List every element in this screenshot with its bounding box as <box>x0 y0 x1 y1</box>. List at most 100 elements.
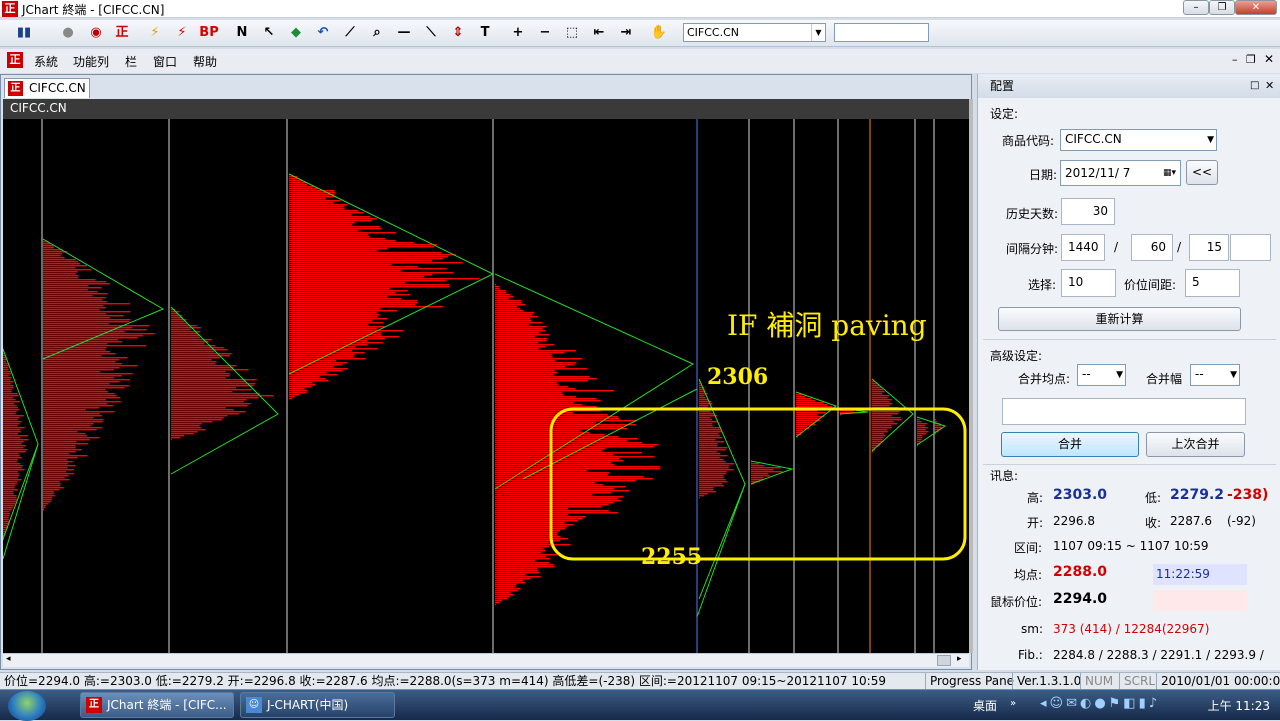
menu-bar-item[interactable]: 栏 <box>125 53 137 70</box>
n-icon[interactable]: N <box>232 23 252 43</box>
tick-input[interactable]: 5 <box>1185 269 1240 297</box>
interval-input-4[interactable] <box>1230 234 1271 261</box>
profile-bar <box>43 289 88 291</box>
mdi-restore-button[interactable]: ❐ <box>1246 53 1256 66</box>
lightning-icon[interactable]: ⚡ <box>145 23 165 43</box>
chevron-down-icon[interactable]: ▼ <box>811 24 825 41</box>
maximize-button[interactable]: ❐ <box>1209 0 1235 15</box>
date-back-button[interactable]: << <box>1186 160 1218 185</box>
cube-icon[interactable]: ◆ <box>286 23 306 43</box>
code-label: 商品代码: <box>1002 134 1055 148</box>
profile-bar <box>699 473 727 475</box>
lightning-red-icon[interactable]: ⚡ <box>172 23 192 43</box>
profile-bar <box>43 503 49 505</box>
panel-restore-icon[interactable]: □ <box>1250 74 1259 98</box>
bp-icon[interactable]: BP <box>199 23 219 43</box>
merge-text-field[interactable] <box>1002 398 1246 425</box>
profile-bar <box>171 371 226 373</box>
date-picker[interactable]: 2012/11/ 7 ▦▾ <box>1060 160 1181 186</box>
profile-bar <box>495 532 558 534</box>
interval-input-3[interactable]: 15 <box>1189 234 1229 261</box>
diag-line-icon[interactable]: ⟍ <box>421 23 441 43</box>
panel-close-icon[interactable]: ✕ <box>1265 74 1274 98</box>
profile-bar <box>171 327 201 329</box>
minus-icon[interactable]: − <box>535 23 555 43</box>
zheng-icon[interactable]: 正 <box>112 23 132 43</box>
profile-bar <box>3 383 11 385</box>
profile-bar <box>495 298 509 300</box>
toolbar-input[interactable] <box>834 23 929 42</box>
profile-bar <box>289 242 415 244</box>
profile-bar <box>3 461 17 463</box>
chevron-down-icon[interactable]: ▼ <box>1230 366 1237 385</box>
profile-bar <box>3 435 28 437</box>
interval-input-1[interactable]: 1440 <box>1061 234 1105 261</box>
scroll-left-icon[interactable]: ◂ <box>6 654 11 664</box>
vertical-scrollbar[interactable] <box>969 99 973 653</box>
profile-bar <box>171 357 220 359</box>
profile-bar <box>171 399 247 401</box>
text-icon[interactable]: T <box>475 23 495 43</box>
horizontal-scrollbar[interactable]: ◂ ▸ <box>3 653 969 667</box>
merge-avg-select[interactable]: -- ▼ <box>1077 364 1126 386</box>
task-jchart[interactable]: 正 JChart 終端 - [CIFC... <box>80 692 234 718</box>
last-merge-button[interactable]: 上次合并 <box>1146 432 1245 457</box>
plus-icon[interactable]: + <box>508 23 528 43</box>
calendar-icon[interactable]: ▦▾ <box>1163 161 1176 185</box>
menu-help[interactable]: 帮助 <box>193 53 217 70</box>
right-icon[interactable]: ⇥ <box>616 23 636 43</box>
tab-cifcc[interactable]: 正 CIFCC.CN <box>4 78 90 98</box>
select-icon[interactable]: ⬚ <box>562 23 582 43</box>
chevron-right-icon[interactable]: » <box>1010 698 1016 709</box>
clock[interactable]: 上午 11:23 <box>1208 697 1270 714</box>
merge-width-select[interactable]: -- ▼ <box>1190 364 1240 386</box>
hline-icon[interactable]: — <box>394 23 414 43</box>
annotation-low: 2255 <box>641 544 702 570</box>
angle-icon[interactable]: ⟋ <box>340 23 360 43</box>
desktop-toolbar[interactable]: 桌面 <box>973 697 997 714</box>
profile-bar <box>43 387 125 389</box>
scroll-right-icon[interactable]: ▸ <box>957 654 962 664</box>
profile-bar <box>872 417 901 419</box>
menu-system[interactable]: 系統 <box>34 53 58 70</box>
close-button[interactable]: ✕ <box>1235 0 1277 15</box>
minimize-button[interactable]: – <box>1183 0 1209 15</box>
chevron-down-icon[interactable]: ▼ <box>1116 366 1123 385</box>
select-input[interactable]: 10 <box>1061 269 1116 297</box>
profile-bar <box>3 467 22 469</box>
market-profile-chart[interactable]: IF 補洞 paving 2306 2255 CIFCC.CN <box>3 99 969 653</box>
profile-bar <box>3 365 9 367</box>
circle-icon[interactable]: ● <box>58 23 78 43</box>
mdi-close-button[interactable]: ✕ <box>1264 52 1274 66</box>
undo-icon[interactable]: ↶ <box>313 23 333 43</box>
window-title: JChart 終端 - [CIFCC.CN] <box>22 3 165 17</box>
mdi-minimize-button[interactable]: – <box>1232 53 1238 66</box>
code-select[interactable]: CIFCC.CN ▼ <box>1060 129 1217 151</box>
profile-bar <box>3 539 4 541</box>
hand-icon[interactable]: ✋ <box>649 23 669 43</box>
start-button[interactable] <box>8 691 46 721</box>
left-icon[interactable]: ⇤ <box>589 23 609 43</box>
scroll-thumb[interactable] <box>937 655 951 666</box>
cursor-icon[interactable]: ↖ <box>259 23 279 43</box>
symbol-select[interactable]: CIFCC.CN ▼ <box>683 23 826 42</box>
profile-bar <box>917 419 920 421</box>
profile-bar <box>495 492 612 494</box>
arrows-icon[interactable]: ⇕ <box>448 23 468 43</box>
profile-bar <box>495 296 514 298</box>
chart-canvas[interactable]: IF 補洞 paving 2306 2255 <box>3 99 969 653</box>
task-jchart-china[interactable]: ☺ J-CHART(中国) <box>240 692 395 718</box>
interval-input-2[interactable]: 60 <box>1131 234 1173 261</box>
merge-button[interactable]: 合并 <box>1001 432 1139 457</box>
menu-functions[interactable]: 功能列 <box>73 53 109 70</box>
chevron-down-icon[interactable]: ▼ <box>1207 131 1214 150</box>
car-icon[interactable]: ◉ <box>86 23 106 43</box>
recalculate-button[interactable]: 重新计算 <box>998 307 1241 331</box>
search-icon[interactable]: ⌕ <box>367 23 387 43</box>
profile-bar <box>495 528 565 530</box>
tray-icons[interactable]: ◂☺✉◐●⚑◧▮♪ <box>1040 696 1160 711</box>
bars-icon[interactable]: ▮▮ <box>14 23 34 43</box>
menu-window[interactable]: 窗口 <box>153 53 177 70</box>
profile-bar <box>917 427 928 429</box>
days-input[interactable]: 30 <box>1061 198 1115 225</box>
